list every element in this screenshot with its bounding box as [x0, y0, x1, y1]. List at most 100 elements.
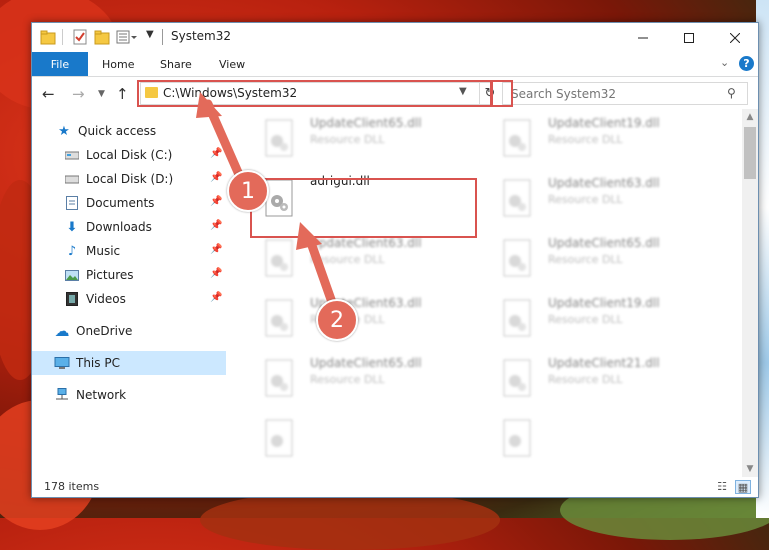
back-arrow-icon[interactable]: ←	[42, 85, 55, 103]
large-icons-view-icon[interactable]: ▦	[735, 480, 751, 494]
download-icon: ⬇	[66, 219, 78, 235]
dll-file-icon	[503, 239, 531, 277]
title-bar: ▼ System32	[32, 23, 758, 52]
sidebar-item-label: Local Disk (C:)	[86, 148, 173, 162]
dll-file-icon	[503, 419, 531, 457]
file-type: Resource DLL	[548, 133, 623, 146]
sidebar-item-onedrive[interactable]: ☁ OneDrive	[32, 319, 226, 343]
pin-icon[interactable]: 📌	[210, 244, 222, 255]
toolbar-divider	[62, 29, 63, 45]
help-icon[interactable]: ?	[739, 56, 754, 71]
pin-icon[interactable]: 📌	[210, 172, 222, 183]
music-icon: ♪	[67, 243, 77, 259]
sidebar-item-downloads[interactable]: ⬇ Downloads 📌	[32, 215, 226, 239]
scroll-up-icon[interactable]: ▲	[742, 109, 758, 125]
star-icon: ★	[58, 123, 70, 139]
tab-file[interactable]: File	[32, 52, 88, 76]
sidebar-item-pictures[interactable]: Pictures 📌	[32, 263, 226, 287]
address-highlight-box	[137, 80, 493, 107]
file-item[interactable]: UpdateClient63.dll Resource DLL	[486, 173, 716, 229]
sidebar-item-network[interactable]: Network	[32, 383, 226, 407]
sidebar-item-label: Quick access	[78, 124, 157, 138]
sidebar-item-local-disk-d[interactable]: Local Disk (D:) 📌	[32, 167, 226, 191]
file-item[interactable]: UpdateClient65.dll Resource DLL	[486, 233, 716, 289]
sidebar-item-label: Music	[86, 244, 121, 258]
pin-icon[interactable]: 📌	[210, 268, 222, 279]
dll-file-icon	[503, 179, 531, 217]
forward-arrow-icon[interactable]: →	[72, 85, 85, 103]
file-item[interactable]	[248, 413, 478, 469]
file-item[interactable]: UpdateClient63.dll Resource DLL	[248, 233, 478, 289]
vertical-scrollbar[interactable]: ▲ ▼	[742, 109, 758, 477]
file-type: Resource DLL	[548, 313, 623, 326]
videos-icon	[64, 291, 80, 307]
properties-icon[interactable]	[72, 29, 88, 45]
pc-icon	[54, 355, 70, 371]
sidebar-item-this-pc[interactable]: This PC	[32, 351, 226, 375]
customize-toolbar-icon[interactable]	[116, 29, 138, 45]
file-name: UpdateClient21.dll	[548, 356, 660, 370]
pin-icon[interactable]: 📌	[210, 220, 222, 231]
pictures-icon	[64, 267, 80, 283]
sidebar-item-videos[interactable]: Videos 📌	[32, 287, 226, 311]
file-name: UpdateClient65.dll	[310, 116, 422, 130]
file-name: UpdateClient65.dll	[310, 356, 422, 370]
expand-ribbon-icon[interactable]: ⌄	[720, 56, 729, 69]
tab-view[interactable]: View	[219, 52, 245, 76]
dll-file-icon	[503, 359, 531, 397]
scroll-down-icon[interactable]: ▼	[742, 461, 758, 477]
window-title: System32	[171, 29, 232, 43]
pin-icon[interactable]: 📌	[210, 292, 222, 303]
sidebar-item-label: OneDrive	[76, 324, 133, 338]
file-item[interactable]: UpdateClient65.dll Resource DLL	[248, 353, 478, 409]
minimize-icon	[638, 37, 648, 38]
item-count: 178 items	[44, 480, 100, 493]
sidebar-item-label: This PC	[76, 356, 120, 370]
close-button[interactable]	[712, 23, 758, 52]
details-view-icon[interactable]: ☷	[715, 480, 729, 493]
documents-icon	[64, 195, 80, 211]
file-name: UpdateClient19.dll	[548, 296, 660, 310]
network-icon	[54, 387, 70, 403]
file-type: Resource DLL	[310, 133, 385, 146]
file-type: Resource DLL	[310, 373, 385, 386]
file-type: Resource DLL	[548, 193, 623, 206]
sidebar-item-quick-access[interactable]: ★ Quick access	[32, 119, 226, 143]
sidebar-item-music[interactable]: ♪ Music 📌	[32, 239, 226, 263]
ribbon-tabs: File Home Share View ⌄ ?	[32, 52, 758, 77]
file-item[interactable]: UpdateClient21.dll Resource DLL	[486, 353, 716, 409]
sidebar-item-label: Local Disk (D:)	[86, 172, 174, 186]
refresh-highlight-box	[490, 80, 513, 107]
sidebar-item-documents[interactable]: Documents 📌	[32, 191, 226, 215]
status-bar: 178 items ☷ ▦	[32, 477, 758, 497]
tab-share[interactable]: Share	[160, 52, 192, 76]
sidebar-item-label: Network	[76, 388, 127, 402]
pin-icon[interactable]: 📌	[210, 148, 222, 159]
tab-home[interactable]: Home	[102, 52, 134, 76]
file-type: Resource DLL	[310, 253, 385, 266]
search-icon[interactable]: ⚲	[727, 86, 736, 100]
minimize-button[interactable]	[620, 23, 666, 52]
file-item[interactable]: UpdateClient65.dll Resource DLL	[248, 113, 478, 169]
folder-icon[interactable]	[40, 29, 56, 45]
file-item[interactable]: UpdateClient19.dll Resource DLL	[486, 113, 716, 169]
file-item[interactable]: UpdateClient19.dll Resource DLL	[486, 293, 716, 349]
file-item[interactable]: UpdateClient63.dll Resource DLL	[248, 293, 478, 349]
file-item[interactable]	[486, 413, 716, 469]
dll-file-icon	[265, 119, 293, 157]
dll-file-icon	[265, 239, 293, 277]
maximize-button[interactable]	[666, 23, 712, 52]
sidebar-item-local-disk-c[interactable]: Local Disk (C:) 📌	[32, 143, 226, 167]
file-name: UpdateClient65.dll	[548, 236, 660, 250]
dll-file-icon	[265, 299, 293, 337]
search-input[interactable]	[509, 85, 723, 103]
up-arrow-icon[interactable]: ↑	[116, 85, 129, 103]
file-name: UpdateClient19.dll	[548, 116, 660, 130]
pin-icon[interactable]: 📌	[210, 196, 222, 207]
file-name: UpdateClient63.dll	[310, 236, 422, 250]
recent-locations-icon[interactable]: ▼	[98, 89, 105, 99]
new-folder-icon[interactable]	[94, 29, 110, 45]
qa-dropdown-icon[interactable]: ▼	[146, 29, 154, 40]
cloud-icon: ☁	[54, 322, 70, 340]
scroll-thumb[interactable]	[744, 127, 756, 179]
